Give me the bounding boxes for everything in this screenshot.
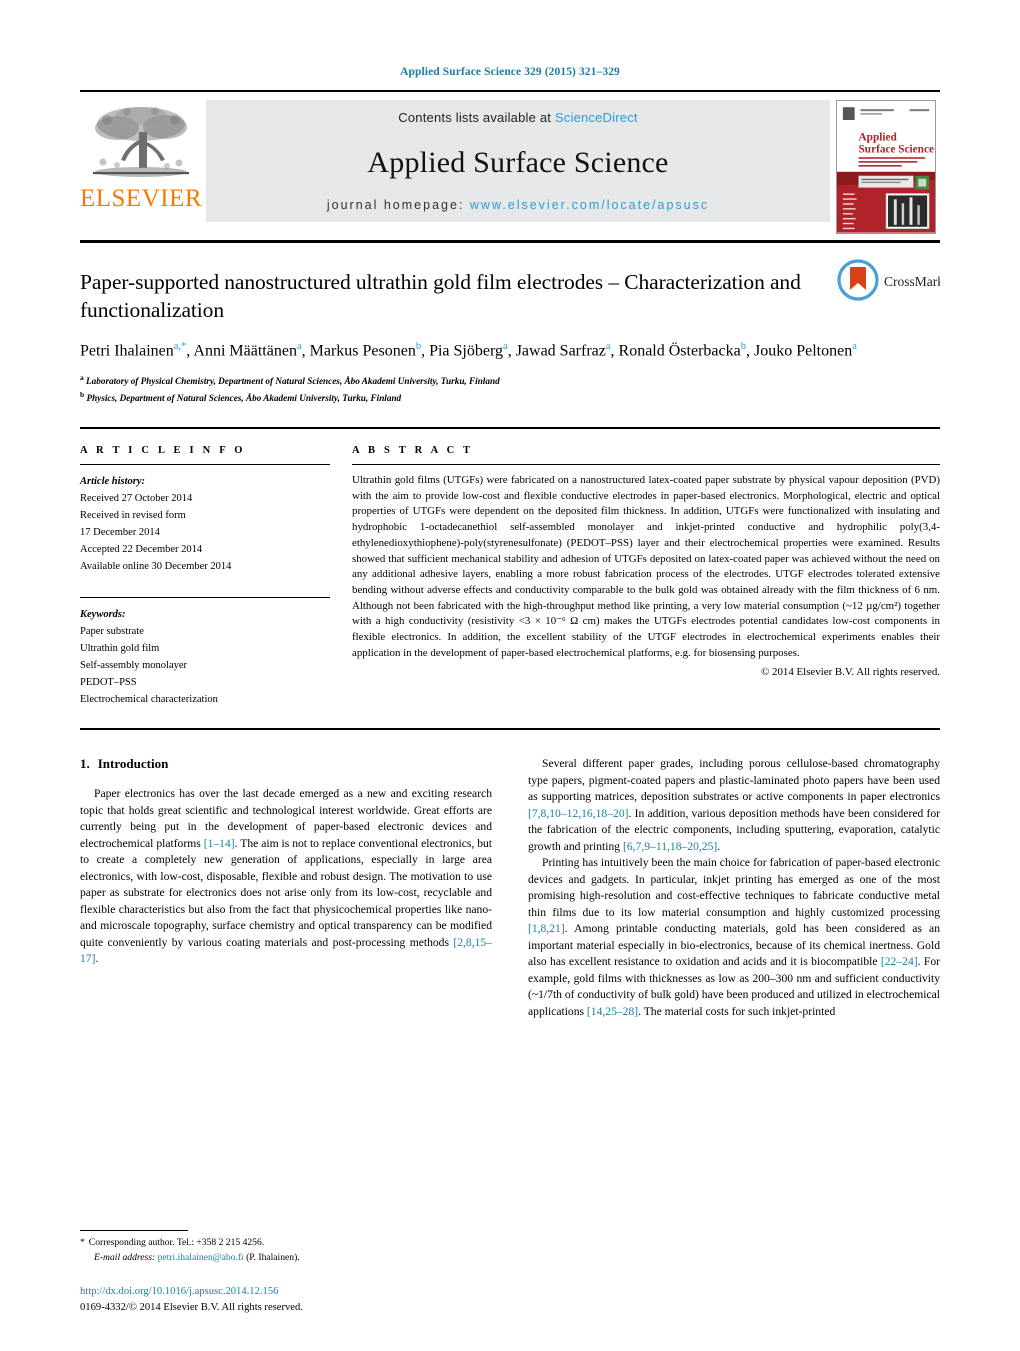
article-body: 1. Introduction Paper electronics has ove…	[80, 756, 940, 1020]
keywords-rule	[80, 597, 330, 599]
abstract-column: A B S T R A C T Ultrathin gold films (UT…	[352, 445, 940, 708]
affiliations: a Laboratory of Physical Chemistry, Depa…	[80, 372, 940, 405]
article-history-label: Article history:	[80, 476, 146, 488]
email-link[interactable]: petri.ihalainen@abo.fi	[158, 1252, 244, 1263]
keyword-item: Ultrathin gold film	[80, 643, 160, 655]
contents-lists-line: Contents lists available at ScienceDirec…	[398, 110, 637, 125]
paragraph: Several different paper grades, includin…	[528, 757, 940, 853]
footnote-corresponding-text: Corresponding author. Tel.: +358 2 215 4…	[88, 1237, 265, 1249]
page-title: Paper-supported nanostructured ultrathin…	[80, 270, 801, 322]
section-title: Introduction	[97, 756, 169, 772]
journal-cover-thumbnail[interactable]: Applied Surface Science	[836, 100, 940, 234]
history-item: Accepted 22 December 2014	[80, 544, 203, 556]
history-item: Received in revised form	[80, 510, 186, 522]
section-heading-introduction: 1. Introduction	[80, 756, 492, 772]
footnote-email-line: E-mail address: petri.ihalainen@abo.fi (…	[80, 1251, 490, 1265]
abstract-rule	[352, 464, 940, 466]
article-info-rule	[80, 464, 330, 466]
keyword-item: Paper substrate	[80, 626, 144, 638]
footnote-rule	[80, 1230, 188, 1232]
journal-homepage-link[interactable]: www.elsevier.com/locate/apsusc	[470, 198, 709, 212]
homepage-prefix: journal homepage:	[326, 198, 470, 212]
footer-doi-block: http://dx.doi.org/10.1016/j.apsusc.2014.…	[80, 1284, 540, 1315]
body-column-left: 1. Introduction Paper electronics has ove…	[80, 756, 492, 1020]
paragraph: Paper electronics has over the last deca…	[80, 787, 493, 966]
keyword-item: Electrochemical characterization	[80, 694, 218, 706]
paragraph: Printing has intuitively been the main c…	[528, 856, 940, 1018]
affiliation-b: b Physics, Department of Natural Science…	[80, 389, 402, 403]
history-item: Available online 30 December 2014	[80, 561, 232, 573]
svg-text:Surface Science: Surface Science	[859, 143, 934, 155]
abstract-copyright: © 2014 Elsevier B.V. All rights reserved…	[761, 666, 940, 679]
journal-homepage-line: journal homepage: www.elsevier.com/locat…	[327, 198, 709, 212]
running-head: Applied Surface Science 329 (2015) 321–3…	[400, 66, 620, 78]
doi-link[interactable]: http://dx.doi.org/10.1016/j.apsusc.2014.…	[80, 1284, 540, 1299]
keyword-item: PEDOT–PSS	[80, 677, 137, 689]
article-info-column: A R T I C L E I N F O Article history: R…	[80, 445, 330, 708]
abstract-text: Ultrathin gold films (UTGFs) were fabric…	[352, 474, 940, 659]
svg-text:Applied: Applied	[859, 132, 898, 144]
journal-article-page: Applied Surface Science 329 (2015) 321–3…	[0, 0, 1020, 1351]
contents-prefix: Contents lists available at	[398, 110, 555, 125]
footnote-corresponding: * Corresponding author. Tel.: +358 2 215 …	[80, 1236, 490, 1250]
corresponding-author-footnote: * Corresponding author. Tel.: +358 2 215 …	[80, 1230, 490, 1265]
history-item: 17 December 2014	[80, 527, 160, 539]
section-number: 1.	[80, 756, 90, 772]
journal-masthead: ELSEVIER Contents lists available at Sci…	[80, 90, 940, 234]
elsevier-tree-icon	[93, 107, 189, 177]
article-header: CrossMark Paper-supported nanostructured…	[80, 243, 940, 405]
sciencedirect-link[interactable]: ScienceDirect	[555, 110, 638, 125]
abstract-bottom-rule	[80, 728, 940, 731]
keyword-item: Self-assembly monolayer	[80, 660, 188, 672]
affiliation-a-text: Laboratory of Physical Chemistry, Depart…	[86, 376, 500, 387]
journal-title: Applied Surface Science	[367, 145, 669, 179]
affiliation-a: a Laboratory of Physical Chemistry, Depa…	[80, 373, 500, 387]
keywords-label: Keywords:	[80, 609, 126, 621]
affiliation-b-text: Physics, Department of Natural Sciences,…	[86, 392, 402, 403]
elsevier-wordmark: ELSEVIER	[79, 185, 203, 212]
abstract-heading: A B S T R A C T	[352, 445, 474, 457]
article-info-heading: A R T I C L E I N F O	[80, 445, 246, 457]
crossmark-logo[interactable]: CrossMark	[836, 257, 940, 303]
email-label: E-mail address:	[94, 1251, 156, 1263]
elsevier-logo: ELSEVIER	[80, 100, 202, 211]
body-column-right: Several different paper grades, includin…	[528, 756, 940, 1020]
history-item: Received 27 October 2014	[80, 493, 193, 505]
author-list: Petri Ihalainena,*, Anni Määttänena, Mar…	[80, 340, 857, 360]
email-suffix: (P. Ihalainen).	[246, 1251, 300, 1263]
journal-banner: Contents lists available at ScienceDirec…	[206, 100, 830, 222]
info-abstract-section: A R T I C L E I N F O Article history: R…	[80, 429, 940, 708]
crossmark-label: CrossMark	[884, 274, 940, 289]
issn-copyright: 0169-4332/© 2014 Elsevier B.V. All right…	[80, 1301, 303, 1313]
footnote-star: *	[80, 1237, 85, 1249]
journal-cover-image: Applied Surface Science	[836, 100, 936, 234]
